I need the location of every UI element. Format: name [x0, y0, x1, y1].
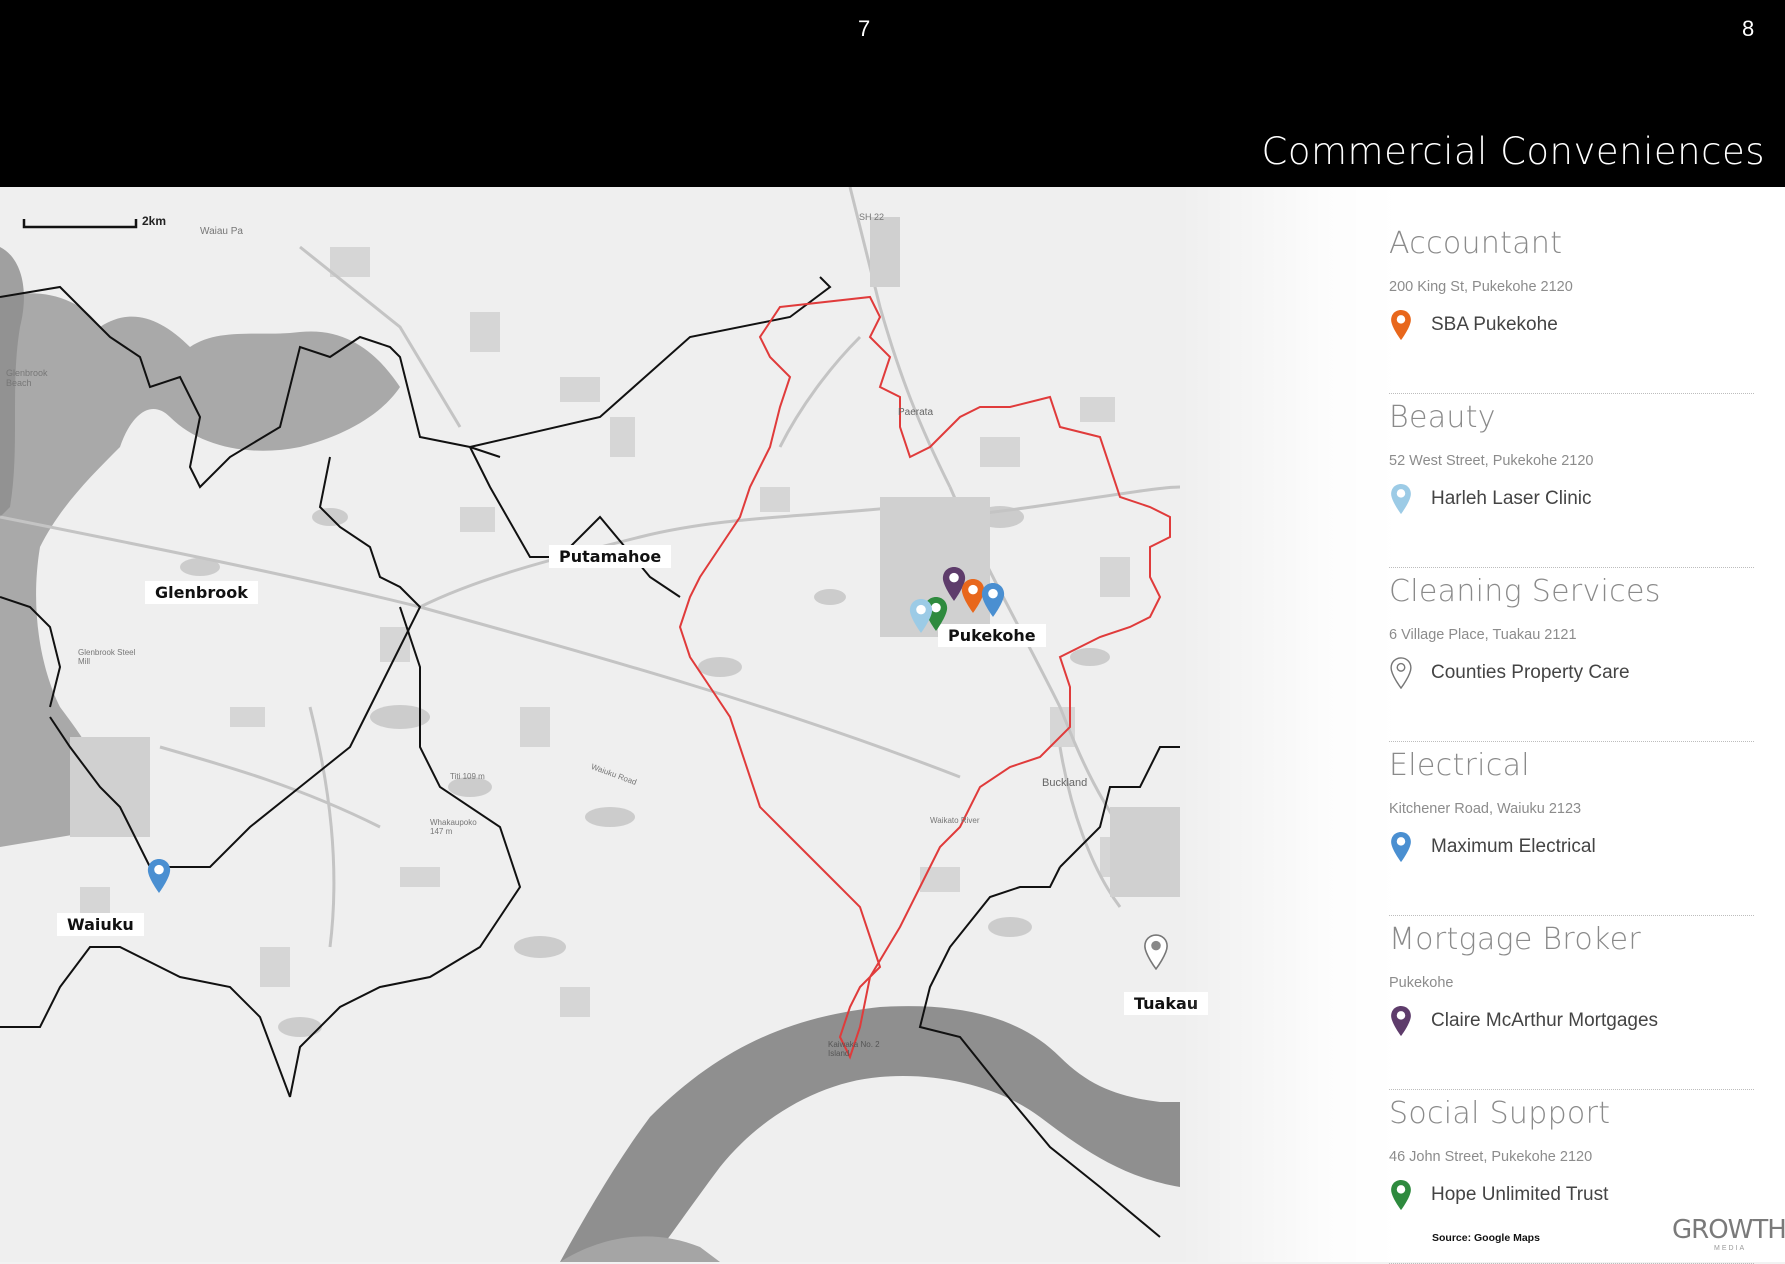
category-title: Cleaning Services — [1389, 574, 1661, 609]
map-scale-label: 2km — [142, 214, 167, 228]
category-title: Accountant — [1389, 226, 1563, 261]
map-label-waiau-pa: Waiau Pa — [200, 226, 243, 237]
category-address: Pukekohe — [1389, 975, 1454, 991]
map-label-steel-mill: Glenbrook Steel Mill — [78, 648, 136, 666]
place-label-glenbrook: Glenbrook — [145, 581, 258, 604]
cleaning-map-pin-icon[interactable] — [1143, 934, 1169, 970]
page-number-right: 8 — [1742, 16, 1755, 41]
map-label-sh22: SH 22 — [859, 212, 885, 222]
map-label-buckland: Buckland — [1042, 777, 1088, 789]
brand-logo: GROWTH — [1672, 1215, 1785, 1245]
category-address: 6 Village Place, Tuakau 2121 — [1389, 627, 1577, 643]
category-address: 46 John Street, Pukekohe 2120 — [1389, 1149, 1593, 1165]
business-name: Hope Unlimited Trust — [1431, 1184, 1609, 1205]
map-label-whakaupoko: Whakaupoko 147 m — [430, 818, 477, 836]
category-address: 52 West Street, Pukekohe 2120 — [1389, 453, 1594, 469]
map-label-kaiwaka: Kaiwaka No. 2 Island — [828, 1040, 880, 1058]
place-label-pukekohe: Pukekohe — [938, 624, 1046, 647]
category-electrical: Electrical Kitchener Road, Waiuku 2123 M… — [1389, 748, 1754, 916]
map-label-waikato-river: Waikato River — [930, 816, 980, 825]
source-note: Source: Google Maps — [1432, 1232, 1540, 1244]
brand-logo-sub: MEDIA — [1714, 1245, 1747, 1252]
map-label-paerata: Paerata — [898, 407, 934, 418]
map-label-glenbrook-beach: Glenbrook Beach — [6, 368, 48, 388]
header-bar: 7 8 Commercial Conveniences — [0, 0, 1785, 187]
map-pin-icon — [1391, 1005, 1411, 1037]
category-title: Beauty — [1389, 400, 1496, 435]
place-label-putamahoe: Putamahoe — [549, 545, 672, 568]
category-title: Mortgage Broker — [1389, 922, 1641, 957]
category-title: Social Support — [1389, 1096, 1611, 1131]
map-pin-outline-icon — [1390, 657, 1412, 689]
category-address: Kitchener Road, Waiuku 2123 — [1389, 801, 1582, 817]
category-title: Electrical — [1389, 748, 1530, 783]
category-cleaning-services: Cleaning Services 6 Village Place, Tuaka… — [1389, 574, 1754, 742]
map-pin-icon — [1391, 483, 1411, 515]
business-name: Counties Property Care — [1431, 662, 1630, 683]
category-mortgage-broker: Mortgage Broker Pukekohe Claire McArthur… — [1389, 922, 1754, 1090]
page-title: Commercial Conveniences — [1261, 130, 1765, 173]
legend-panel: Accountant 200 King St, Pukekohe 2120 SB… — [1389, 220, 1754, 1264]
map-pin-icon — [1391, 1179, 1411, 1211]
category-accountant: Accountant 200 King St, Pukekohe 2120 SB… — [1389, 226, 1754, 394]
map-label-titi: Titi 109 m — [450, 772, 485, 781]
map-pin-icon — [1391, 309, 1411, 341]
category-beauty: Beauty 52 West Street, Pukekohe 2120 Har… — [1389, 400, 1754, 568]
map-pin-icon — [1391, 831, 1411, 863]
category-address: 200 King St, Pukekohe 2120 — [1389, 279, 1573, 295]
business-name: Maximum Electrical — [1431, 836, 1596, 857]
electrical-map-pin-icon[interactable] — [146, 858, 172, 894]
page-number-left: 7 — [858, 16, 871, 41]
place-label-waiuku: Waiuku — [57, 913, 144, 936]
beauty-map-pin-icon[interactable] — [908, 598, 934, 634]
business-name: Claire McArthur Mortgages — [1431, 1010, 1659, 1031]
business-name: Harleh Laser Clinic — [1431, 488, 1592, 509]
electrical-pukekohe-map-pin-icon[interactable] — [980, 582, 1006, 618]
business-name: SBA Pukekohe — [1431, 314, 1558, 335]
